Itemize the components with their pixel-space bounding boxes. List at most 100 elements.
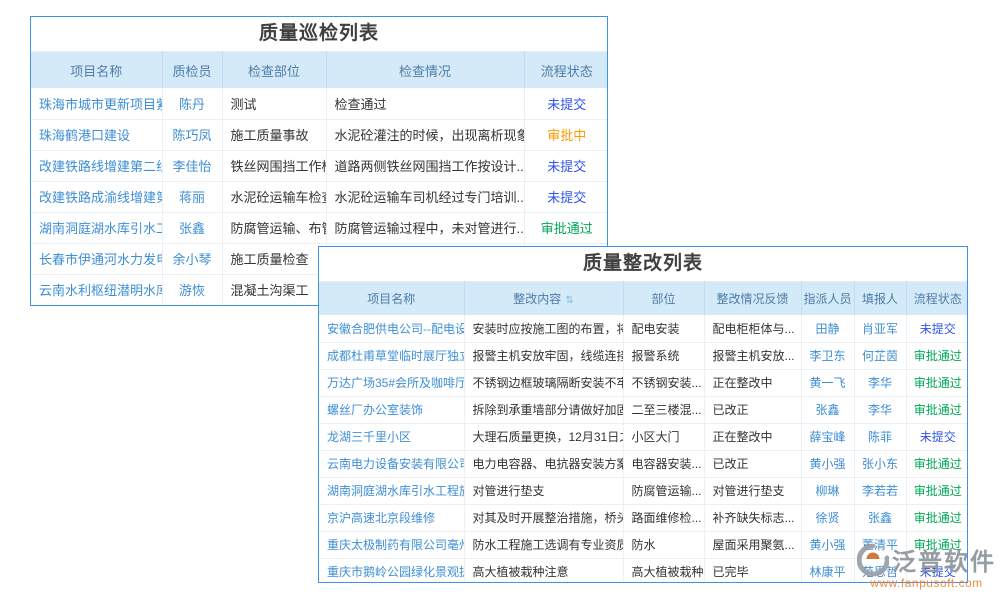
cell-reporter[interactable]: 陈菲 [854,423,906,450]
table-row: 珠海鹤港口建设陈巧凤施工质量事故水泥砼灌注的时候，出现离析现象审批中 [31,119,608,150]
sort-icon[interactable]: ⇅ [565,295,573,306]
cell-project[interactable]: 成都杜甫草堂临时展厅独立展... [319,342,464,369]
cell-assignee[interactable]: 黄小强 [801,531,854,558]
col-header-status: 流程状态 [524,52,608,89]
cell-part: 不锈钢安装... [623,369,704,396]
cell-assignee[interactable]: 田静 [801,315,854,342]
table-row: 改建铁路线增建第二线...李佳怡铁丝网围挡工作检查道路两侧铁丝网围挡工作按设计.… [31,150,608,181]
cell-project[interactable]: 安徽合肥供电公司--配电设备... [319,315,464,342]
cell-content: 大理石质量更换，12月31日之... [464,423,623,450]
cell-status: 未提交 [524,150,608,181]
cell-reporter[interactable]: 李华 [854,369,906,396]
cell-project[interactable]: 珠海市城市更新项目紫... [31,88,162,119]
cell-status: 审批通过 [906,396,968,423]
cell-part: 铁丝网围挡工作检查 [222,150,326,181]
cell-part: 二至三楼混... [623,396,704,423]
cell-content: 高大植被栽种注意 [464,558,623,583]
cell-part: 高大植被栽种 [623,558,704,583]
cell-part: 水泥砼运输车检查 [222,181,326,212]
cell-feedback: 正在整改中 [704,423,801,450]
cell-part: 报警系统 [623,342,704,369]
cell-situation: 水泥砼运输车司机经过专门培训... [326,181,524,212]
cell-content: 对其及时开展整治措施，桥头... [464,504,623,531]
cell-status: 审批通过 [906,504,968,531]
header-row: 项目名称整改内容⇅部位整改情况反馈指派人员填报人流程状态 [319,282,968,316]
cell-inspector[interactable]: 李佳怡 [162,150,222,181]
fanpu-logo-icon [857,544,889,576]
cell-part: 路面维修检... [623,504,704,531]
cell-part: 测试 [222,88,326,119]
cell-assignee[interactable]: 林康平 [801,558,854,583]
cell-project[interactable]: 重庆市鹅岭公园绿化景观提升... [319,558,464,583]
cell-status: 审批通过 [906,369,968,396]
inspection-table-title: 质量巡检列表 [31,17,607,51]
col-header-part: 部位 [623,282,704,316]
header-row: 项目名称质检员检查部位检查情况流程状态 [31,52,608,89]
cell-inspector[interactable]: 蒋丽 [162,181,222,212]
cell-project[interactable]: 改建铁路成渝线增建第... [31,181,162,212]
table-row: 安徽合肥供电公司--配电设备...安装时应按施工图的布置，将...配电安装配电柜… [319,315,968,342]
cell-assignee[interactable]: 薛宝峰 [801,423,854,450]
cell-content: 安装时应按施工图的布置，将... [464,315,623,342]
cell-assignee[interactable]: 徐贤 [801,504,854,531]
cell-assignee[interactable]: 黄一飞 [801,369,854,396]
cell-status: 未提交 [906,315,968,342]
cell-reporter[interactable]: 何芷茵 [854,342,906,369]
cell-inspector[interactable]: 陈丹 [162,88,222,119]
watermark-brand: 泛普软件 [892,542,996,577]
cell-project[interactable]: 珠海鹤港口建设 [31,119,162,150]
cell-reporter[interactable]: 李若若 [854,477,906,504]
cell-content: 电力电容器、电抗器安装方案,... [464,450,623,477]
col-header-project: 项目名称 [319,282,464,316]
cell-project[interactable]: 龙湖三千里小区 [319,423,464,450]
cell-project[interactable]: 螺丝厂办公室装饰 [319,396,464,423]
cell-project[interactable]: 湖南洞庭湖水库引水工... [31,212,162,243]
table-row: 珠海市城市更新项目紫...陈丹测试检查通过未提交 [31,88,608,119]
col-header-situation: 检查情况 [326,52,524,89]
cell-status: 审批通过 [524,212,608,243]
cell-content: 报警主机安放牢固，线缆连接... [464,342,623,369]
table-row: 成都杜甫草堂临时展厅独立展...报警主机安放牢固，线缆连接...报警系统报警主机… [319,342,968,369]
cell-assignee[interactable]: 柳琳 [801,477,854,504]
cell-assignee[interactable]: 李卫东 [801,342,854,369]
cell-project[interactable]: 云南水利枢纽潜明水库... [31,274,162,305]
cell-reporter[interactable]: 张鑫 [854,504,906,531]
table-row: 湖南洞庭湖水库引水工程施工I标对管进行垫支防腐管运输...对管进行垫支柳琳李若若… [319,477,968,504]
col-header-project: 项目名称 [31,52,162,89]
cell-part: 电容器安装... [623,450,704,477]
cell-status: 审批通过 [906,477,968,504]
cell-project[interactable]: 长春市伊通河水力发电... [31,243,162,274]
cell-project[interactable]: 改建铁路线增建第二线... [31,150,162,181]
cell-feedback: 已改正 [704,450,801,477]
cell-part: 防腐管运输、布管 [222,212,326,243]
cell-status: 审批通过 [906,342,968,369]
cell-feedback: 配电柜柜体与... [704,315,801,342]
table-row: 螺丝厂办公室装饰拆除到承重墙部分请做好加固...二至三楼混...已改正张鑫李华审… [319,396,968,423]
cell-reporter[interactable]: 李华 [854,396,906,423]
cell-part: 混凝土沟渠工 [222,274,326,305]
cell-project[interactable]: 万达广场35#会所及咖啡厅空... [319,369,464,396]
table-row: 云南电力设备安装有限公司20...电力电容器、电抗器安装方案,...电容器安装.… [319,450,968,477]
cell-project[interactable]: 京沪高速北京段维修 [319,504,464,531]
cell-content: 防水工程施工选调有专业资质... [464,531,623,558]
cell-inspector[interactable]: 陈巧凤 [162,119,222,150]
cell-content: 对管进行垫支 [464,477,623,504]
cell-reporter[interactable]: 张小东 [854,450,906,477]
cell-inspector[interactable]: 张鑫 [162,212,222,243]
cell-inspector[interactable]: 游恢 [162,274,222,305]
cell-project[interactable]: 重庆太极制药有限公司亳州中... [319,531,464,558]
cell-inspector[interactable]: 余小琴 [162,243,222,274]
cell-situation: 水泥砼灌注的时候，出现离析现象 [326,119,524,150]
col-header-assignee: 指派人员 [801,282,854,316]
table-row: 万达广场35#会所及咖啡厅空...不锈钢边框玻璃隔断安装不牢...不锈钢安装..… [319,369,968,396]
col-header-content[interactable]: 整改内容⇅ [464,282,623,316]
cell-content: 拆除到承重墙部分请做好加固... [464,396,623,423]
cell-feedback: 已改正 [704,396,801,423]
cell-assignee[interactable]: 黄小强 [801,450,854,477]
cell-assignee[interactable]: 张鑫 [801,396,854,423]
col-header-status: 流程状态 [906,282,968,316]
cell-project[interactable]: 云南电力设备安装有限公司20... [319,450,464,477]
cell-reporter[interactable]: 肖亚军 [854,315,906,342]
table-row: 湖南洞庭湖水库引水工...张鑫防腐管运输、布管防腐管运输过程中，未对管进行...… [31,212,608,243]
cell-project[interactable]: 湖南洞庭湖水库引水工程施工I标 [319,477,464,504]
